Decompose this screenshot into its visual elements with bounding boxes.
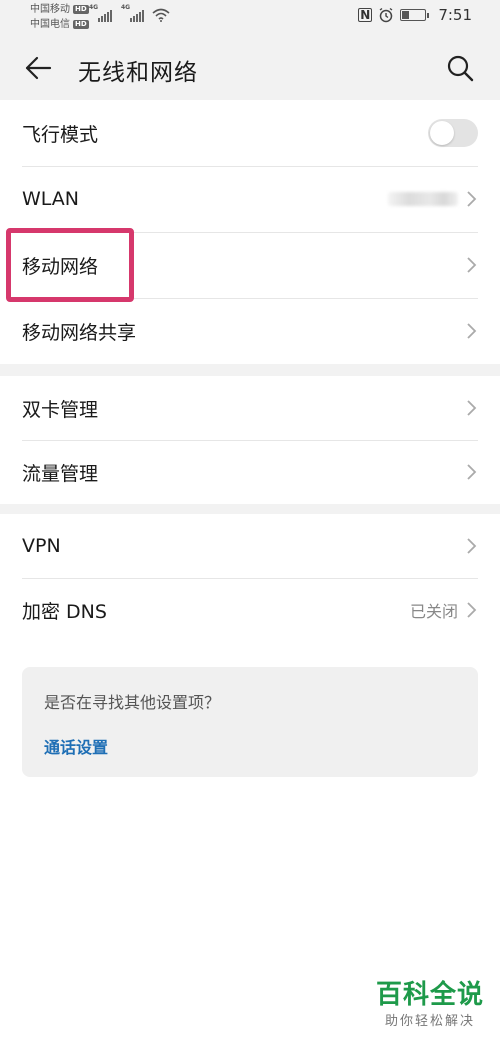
arrow-left-icon <box>25 56 52 80</box>
chevron-right-icon <box>467 191 477 207</box>
page-title: 无线和网络 <box>78 60 198 86</box>
private-dns-status: 已关闭 <box>409 602 458 621</box>
tethering-row[interactable]: 移动网络共享 <box>0 298 500 364</box>
carrier-2: 中国电信 <box>30 19 70 30</box>
search-button[interactable] <box>444 52 476 84</box>
wlan-row[interactable]: WLAN <box>0 166 500 232</box>
private-dns-row[interactable]: 加密 DNS 已关闭 <box>0 578 500 642</box>
signal-icons: 4G 4G <box>89 4 170 22</box>
signal-icon: 4G <box>89 4 112 22</box>
watermark-title: 百科全说 <box>375 980 484 1010</box>
network-badge: 4G <box>89 4 99 11</box>
signal-icon: 4G <box>121 4 144 22</box>
suggestion-card: 是否在寻找其他设置项？ 通话设置 <box>22 667 478 777</box>
wifi-icon <box>152 8 170 22</box>
row-label: 双卡管理 <box>22 398 99 421</box>
row-label: 加密 DNS <box>22 600 107 623</box>
call-settings-link[interactable]: 通话设置 <box>44 734 108 758</box>
settings-section-2: 双卡管理 流量管理 <box>0 376 500 504</box>
back-button[interactable] <box>22 52 54 84</box>
chevron-right-icon <box>467 323 477 339</box>
row-label: 流量管理 <box>22 462 99 485</box>
data-usage-row[interactable]: 流量管理 <box>0 440 500 504</box>
chevron-right-icon <box>467 257 477 273</box>
battery-icon <box>400 9 430 21</box>
dual-sim-row[interactable]: 双卡管理 <box>0 376 500 440</box>
alarm-icon <box>379 7 393 23</box>
chevron-right-icon <box>467 464 477 480</box>
carrier-info: 中国移动 HD 中国电信 HD <box>30 2 89 32</box>
watermark: 百科全说 助你轻松解决 <box>376 980 484 1029</box>
airplane-mode-row[interactable]: 飞行模式 <box>0 100 500 166</box>
nfc-icon: N <box>358 8 373 22</box>
chevron-right-icon <box>467 538 477 554</box>
airplane-mode-toggle[interactable] <box>428 119 478 147</box>
carrier-1: 中国移动 <box>30 4 70 15</box>
search-icon <box>447 55 474 82</box>
section-divider <box>0 504 500 514</box>
watermark-subtitle: 助你轻松解决 <box>384 1014 475 1029</box>
row-label: 移动网络共享 <box>22 321 137 344</box>
row-label: 飞行模式 <box>22 123 99 146</box>
row-label: VPN <box>22 535 61 557</box>
settings-section-1: 飞行模式 WLAN 移动网络 移动网络共享 <box>0 100 500 364</box>
status-right: N 7:51 <box>358 6 472 24</box>
chevron-right-icon <box>467 602 477 618</box>
mobile-network-row[interactable]: 移动网络 <box>0 232 500 298</box>
chevron-right-icon <box>467 400 477 416</box>
clock: 7:51 <box>438 6 472 24</box>
vpn-row[interactable]: VPN <box>0 514 500 578</box>
network-badge: 4G <box>121 4 131 11</box>
status-bar: 中国移动 HD 中国电信 HD 4G 4G N 7:51 <box>0 0 500 36</box>
suggestion-question: 是否在寻找其他设置项？ <box>44 693 221 712</box>
section-divider <box>0 364 500 376</box>
settings-section-3: VPN 加密 DNS 已关闭 <box>0 514 500 642</box>
app-header: 无线和网络 <box>0 36 500 100</box>
row-label: 移动网络 <box>22 255 99 278</box>
wlan-network-name-blurred <box>388 192 458 206</box>
hd-badge: HD <box>73 5 89 14</box>
row-label: WLAN <box>22 188 80 210</box>
hd-badge: HD <box>73 20 89 29</box>
